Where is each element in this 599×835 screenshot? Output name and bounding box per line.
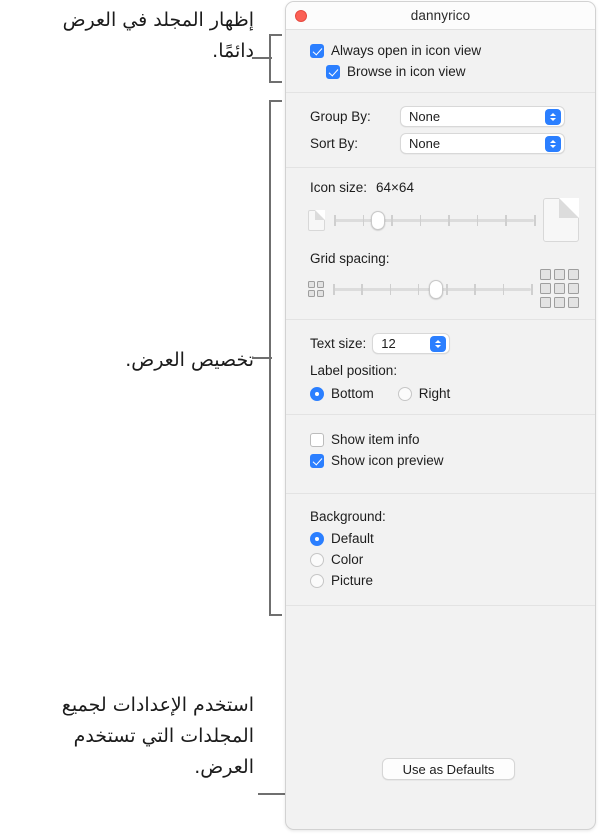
sort-by-value: None xyxy=(409,136,441,151)
grid-spacing-header: Grid spacing: xyxy=(286,249,595,268)
section-grouping: Group By: None Sort By: None xyxy=(286,93,595,168)
icon-size-header: Icon size: 64×64 xyxy=(286,178,595,197)
slider-tick xyxy=(417,283,420,295)
row-background-picture[interactable]: Picture xyxy=(286,570,595,591)
slider-tick xyxy=(502,283,505,295)
slider-tick xyxy=(389,283,392,295)
radio-background-default[interactable] xyxy=(310,531,324,546)
slider-thumb[interactable] xyxy=(428,279,443,299)
chevron-updown-icon xyxy=(545,108,561,125)
large-grid-icon xyxy=(540,269,579,308)
checkbox-show-icon-preview[interactable] xyxy=(310,453,324,468)
slider-tick xyxy=(534,215,536,226)
slider-tick xyxy=(446,283,448,295)
callout-leader-top xyxy=(252,57,272,59)
icon-size-value: 64×64 xyxy=(376,180,414,195)
row-always-open-icon-view[interactable]: Always open in icon view xyxy=(286,40,595,61)
row-background-title: Background: xyxy=(286,506,595,527)
section-item-display: Show item info Show icon preview xyxy=(286,415,595,494)
window-footer: Use as Defaults xyxy=(286,606,595,811)
row-group-by: Group By: None xyxy=(286,103,595,130)
checkbox-always-open-in-icon-view[interactable] xyxy=(310,43,324,58)
radio-option-bottom[interactable]: Bottom xyxy=(310,386,374,401)
row-sort-by: Sort By: None xyxy=(286,130,595,157)
radio-background-picture[interactable] xyxy=(310,573,324,588)
label-sort-by: Sort By: xyxy=(310,136,359,151)
annotation-always-open: إظهار المجلد في العرض دائمًا. xyxy=(62,9,254,62)
section-background: Background: Default Color Picture xyxy=(286,494,595,606)
annotation-use-defaults: استخدم الإعدادات لجميع المجلدات التي تست… xyxy=(61,694,254,778)
small-document-icon xyxy=(308,209,325,231)
slider-tick xyxy=(505,215,507,226)
label-browse-in-icon-view: Browse in icon view xyxy=(347,64,466,79)
row-text-size: Text size: 12 xyxy=(286,330,595,357)
label-icon-size: Icon size: xyxy=(310,180,368,195)
slider-tick xyxy=(333,283,335,295)
label-label-position: Label position: xyxy=(310,363,398,378)
window-title: dannyrico xyxy=(410,8,471,23)
chevron-updown-icon xyxy=(430,335,447,352)
slider-tick xyxy=(476,215,479,226)
radio-bottom[interactable] xyxy=(310,386,324,401)
slider-tick xyxy=(531,283,533,295)
slider-tick xyxy=(474,283,476,295)
label-background: Background: xyxy=(310,509,386,524)
slider-tick xyxy=(448,215,450,226)
label-grid-spacing: Grid spacing: xyxy=(310,251,390,266)
slider-tick xyxy=(419,215,422,226)
row-browse-icon-view[interactable]: Browse in icon view xyxy=(286,61,595,82)
sort-by-dropdown[interactable]: None xyxy=(400,133,565,154)
small-grid-icon xyxy=(308,280,324,297)
slider-tick xyxy=(391,215,393,226)
label-text-size: Text size: xyxy=(310,336,367,351)
label-background-default: Default xyxy=(331,531,374,546)
label-show-icon-preview: Show icon preview xyxy=(331,453,444,468)
label-bottom: Bottom xyxy=(331,386,374,401)
slider-tick xyxy=(361,283,363,295)
row-label-position-options: Bottom Right xyxy=(286,381,595,404)
large-document-icon xyxy=(543,198,579,242)
slider-tick xyxy=(334,215,336,226)
radio-option-right[interactable]: Right xyxy=(397,386,451,401)
use-as-defaults-button[interactable]: Use as Defaults xyxy=(382,758,515,780)
checkbox-browse-in-icon-view[interactable] xyxy=(326,64,340,79)
label-background-picture: Picture xyxy=(331,573,374,588)
slider-thumb[interactable] xyxy=(371,211,385,230)
label-background-color: Color xyxy=(331,552,364,567)
view-options-window: dannyrico Always open in icon view Brows… xyxy=(285,1,596,830)
label-always-open-in-icon-view: Always open in icon view xyxy=(331,43,482,58)
row-background-color[interactable]: Color xyxy=(286,549,595,570)
icon-size-slider-row xyxy=(286,197,595,243)
window-titlebar: dannyrico xyxy=(286,2,595,30)
radio-right[interactable] xyxy=(397,386,412,401)
section-view-mode: Always open in icon view Browse in icon … xyxy=(286,30,595,93)
radio-background-color[interactable] xyxy=(310,552,324,567)
checkbox-show-item-info[interactable] xyxy=(310,432,324,447)
label-show-item-info: Show item info xyxy=(331,432,420,447)
group-by-dropdown[interactable]: None xyxy=(400,106,565,127)
grid-spacing-slider[interactable] xyxy=(333,278,533,300)
icon-size-slider[interactable] xyxy=(334,209,536,231)
grid-spacing-slider-row xyxy=(286,268,595,309)
label-right: Right xyxy=(418,386,451,401)
annotation-customize-view: تخصيص العرض. xyxy=(125,349,254,371)
close-icon[interactable] xyxy=(295,10,307,22)
row-show-item-info[interactable]: Show item info xyxy=(286,429,595,450)
chevron-updown-icon xyxy=(545,135,561,152)
text-size-dropdown[interactable]: 12 xyxy=(372,333,451,354)
row-label-position-title: Label position: xyxy=(286,357,595,381)
label-group-by: Group By: xyxy=(310,109,371,124)
callout-leader-middle xyxy=(252,357,272,359)
section-sizes: Icon size: 64×64 Grid spacing: xyxy=(286,168,595,320)
slider-tick xyxy=(362,215,365,226)
row-background-default[interactable]: Default xyxy=(286,527,595,549)
group-by-value: None xyxy=(409,109,441,124)
section-text: Text size: 12 Label position: Bottom Rig… xyxy=(286,320,595,415)
text-size-value: 12 xyxy=(381,336,396,351)
row-show-icon-preview[interactable]: Show icon preview xyxy=(286,450,595,471)
